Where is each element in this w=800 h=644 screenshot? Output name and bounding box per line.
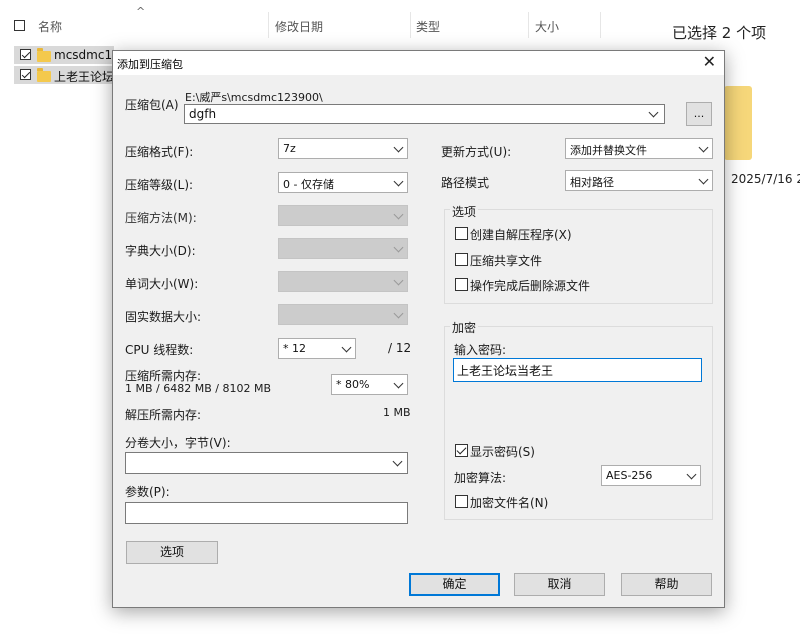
- chevron-down-icon: [686, 469, 697, 480]
- update-mode-label: 更新方式(U):: [441, 145, 512, 159]
- encryption-method-label: 加密算法:: [454, 471, 507, 485]
- row-checkbox[interactable]: [20, 69, 31, 80]
- folder-preview-icon: [724, 86, 752, 160]
- browse-button[interactable]: ...: [686, 102, 712, 126]
- options-button[interactable]: 选项: [126, 541, 218, 564]
- split-size-input[interactable]: [126, 453, 407, 473]
- solid-block-label: 固实数据大小:: [125, 310, 202, 324]
- delete-after-label[interactable]: 操作完成后删除源文件: [470, 277, 590, 294]
- help-button[interactable]: 帮助: [621, 573, 712, 596]
- chevron-down-icon: [393, 176, 404, 187]
- archive-label: 压缩包(A): [125, 98, 179, 112]
- chevron-down-icon: [393, 209, 404, 220]
- password-label: 输入密码:: [454, 343, 507, 357]
- archive-name-combo[interactable]: [184, 104, 665, 124]
- file-name: 上老王论坛: [54, 70, 114, 84]
- level-select[interactable]: 0 - 仅存储: [278, 172, 408, 193]
- create-sfx-label[interactable]: 创建自解压程序(X): [470, 226, 572, 243]
- file-row[interactable]: mcsdmc12: [14, 46, 114, 64]
- chevron-down-icon: [341, 342, 352, 353]
- decompress-memory-label: 解压所需内存:: [125, 408, 202, 422]
- show-password-checkbox[interactable]: [455, 444, 468, 457]
- select-all-checkbox[interactable]: [14, 20, 25, 31]
- add-to-archive-dialog: 添加到压缩包 ✕ 压缩包(A) E:\威严s\mcsdmc123900\ ...…: [112, 50, 725, 608]
- method-label: 压缩方法(M):: [125, 211, 197, 225]
- chevron-down-icon: [393, 378, 404, 389]
- path-mode-select[interactable]: 相对路径: [565, 170, 713, 191]
- dialog-title: 添加到压缩包: [117, 58, 183, 71]
- column-header-name[interactable]: 名称: [38, 18, 62, 35]
- password-input[interactable]: [454, 359, 701, 381]
- file-name: mcsdmc12: [54, 48, 114, 62]
- cpu-threads-label: CPU 线程数:: [125, 343, 194, 357]
- password-field[interactable]: [453, 358, 702, 382]
- row-checkbox[interactable]: [20, 49, 31, 60]
- chevron-down-icon: [698, 142, 709, 153]
- dictionary-select: [278, 238, 408, 259]
- create-sfx-checkbox[interactable]: [455, 227, 468, 240]
- level-label: 压缩等级(L):: [125, 178, 194, 192]
- chevron-down-icon: [393, 242, 404, 253]
- ok-button[interactable]: 确定: [409, 573, 500, 596]
- cpu-threads-total: / 12: [388, 341, 412, 355]
- column-header-modified[interactable]: 修改日期: [275, 18, 323, 35]
- update-mode-select[interactable]: 添加并替换文件: [565, 138, 713, 159]
- parameters-label: 参数(P):: [125, 485, 170, 499]
- dictionary-label: 字典大小(D):: [125, 244, 196, 258]
- word-size-select: [278, 271, 408, 292]
- chevron-down-icon: [698, 174, 709, 185]
- parameters-input[interactable]: [126, 503, 407, 523]
- parameters-field[interactable]: [125, 502, 408, 524]
- solid-block-select: [278, 304, 408, 325]
- method-select: [278, 205, 408, 226]
- delete-after-checkbox[interactable]: [455, 278, 468, 291]
- memory-percent-select[interactable]: * 80%: [331, 374, 408, 395]
- selection-status: 已选择 2 个项: [672, 24, 767, 42]
- format-label: 压缩格式(F):: [125, 145, 194, 159]
- encrypt-names-checkbox[interactable]: [455, 495, 468, 508]
- file-row[interactable]: 上老王论坛: [14, 66, 114, 84]
- show-password-label[interactable]: 显示密码(S): [470, 443, 535, 460]
- cancel-button[interactable]: 取消: [514, 573, 605, 596]
- folder-icon: [37, 48, 51, 62]
- compress-shared-checkbox[interactable]: [455, 253, 468, 266]
- encryption-group-title: 加密: [450, 319, 479, 336]
- modified-date: 2025/7/16 2: [731, 172, 800, 186]
- column-header-type[interactable]: 类型: [416, 18, 440, 35]
- word-size-label: 单词大小(W):: [125, 277, 199, 291]
- chevron-down-icon: [393, 275, 404, 286]
- encryption-method-select[interactable]: AES-256: [601, 465, 701, 486]
- column-header-size[interactable]: 大小: [535, 18, 559, 35]
- sort-ascending-icon: ^: [136, 5, 146, 18]
- format-select[interactable]: 7z: [278, 138, 408, 159]
- compress-shared-label[interactable]: 压缩共享文件: [470, 252, 542, 269]
- folder-icon: [37, 68, 51, 82]
- archive-path: E:\威严s\mcsdmc123900\: [185, 91, 323, 104]
- decompress-memory-value: 1 MB: [383, 406, 411, 419]
- dialog-titlebar[interactable]: 添加到压缩包 ✕: [113, 51, 724, 75]
- split-size-combo[interactable]: [125, 452, 408, 474]
- archive-name-input[interactable]: [185, 105, 664, 123]
- path-mode-label: 路径模式: [441, 176, 490, 190]
- options-group-title: 选项: [450, 203, 479, 220]
- encrypt-names-label[interactable]: 加密文件名(N): [470, 494, 548, 511]
- chevron-down-icon: [393, 142, 404, 153]
- chevron-down-icon: [393, 308, 404, 319]
- split-size-label: 分卷大小，字节(V):: [125, 436, 231, 450]
- cpu-threads-select[interactable]: * 12: [278, 338, 356, 359]
- compress-memory-detail: 1 MB / 6482 MB / 8102 MB: [125, 382, 271, 395]
- close-icon[interactable]: ✕: [703, 53, 716, 71]
